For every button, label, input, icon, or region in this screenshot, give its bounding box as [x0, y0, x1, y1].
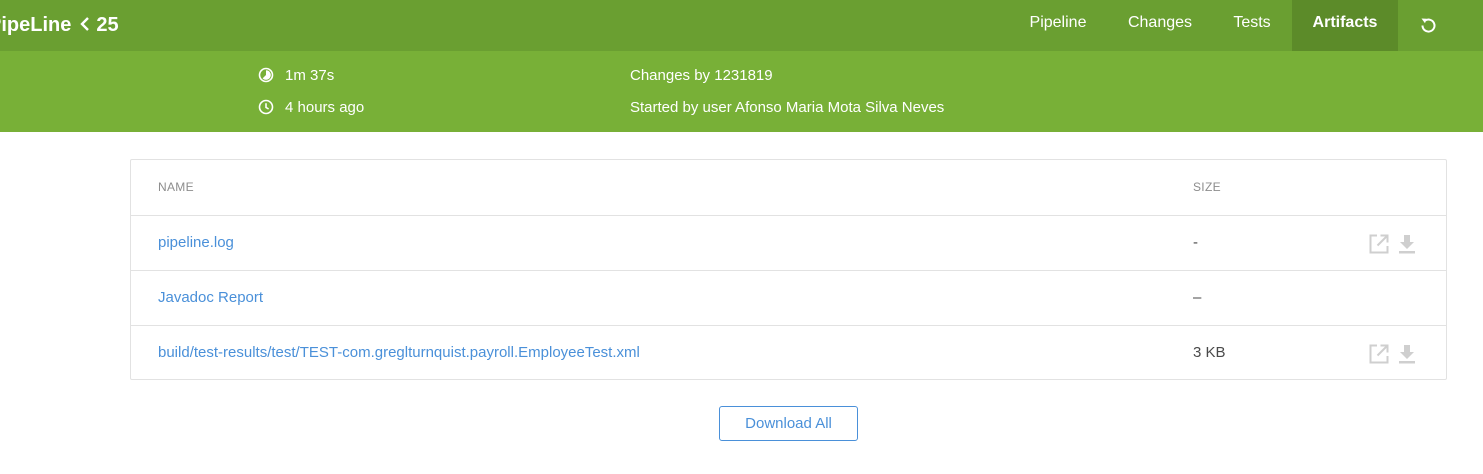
download-all-button[interactable]: Download All — [719, 406, 858, 441]
run-summary-bar: 1m 37s 4 hours ago Changes by 1231819 St… — [0, 51, 1483, 132]
table-row: build/test-results/test/TEST-com.gregltu… — [131, 325, 1446, 380]
external-link-icon — [1369, 344, 1389, 364]
row-actions — [1368, 343, 1418, 365]
start-time: 4 hours ago — [258, 96, 364, 118]
clock-icon — [258, 99, 274, 115]
column-header-name: NAME — [158, 180, 194, 194]
artifact-size: 3 KB — [1193, 344, 1226, 361]
changes-by: Changes by 1231819 — [630, 66, 773, 84]
top-navigation-bar: PipeLine 25 Pipeline Changes Tests Artif… — [0, 0, 1483, 51]
download-icon — [1399, 235, 1415, 254]
pipeline-title: PipeLine 25 — [0, 13, 130, 37]
tab-pipeline[interactable]: Pipeline — [1009, 0, 1107, 51]
tab-artifacts[interactable]: Artifacts — [1292, 0, 1398, 51]
column-header-size: SIZE — [1193, 180, 1221, 194]
duration: 1m 37s — [258, 64, 334, 86]
started-by: Started by user Afonso Maria Mota Silva … — [630, 98, 945, 116]
external-link-icon — [1369, 234, 1389, 254]
artifact-link[interactable]: build/test-results/test/TEST-com.gregltu… — [158, 344, 640, 361]
row-actions — [1368, 233, 1418, 255]
replay-icon — [1421, 18, 1436, 33]
open-external-button[interactable] — [1368, 233, 1390, 255]
duration-value: 1m 37s — [285, 66, 335, 84]
artifact-link[interactable]: Javadoc Report — [158, 289, 263, 306]
table-header: NAME SIZE — [131, 160, 1446, 215]
table-row: Javadoc Report – — [131, 270, 1446, 325]
chevron-left-icon — [80, 13, 90, 37]
download-button[interactable] — [1396, 233, 1418, 255]
run-number: 25 — [96, 14, 119, 36]
stopwatch-icon — [258, 67, 274, 83]
tab-changes[interactable]: Changes — [1111, 0, 1209, 51]
download-icon — [1399, 345, 1415, 364]
artifact-size: – — [1193, 289, 1202, 306]
time-ago-value: 4 hours ago — [285, 98, 365, 116]
pipeline-name[interactable]: PipeLine — [0, 13, 71, 37]
artifact-size: - — [1193, 234, 1198, 251]
artifact-link[interactable]: pipeline.log — [158, 234, 234, 251]
download-button[interactable] — [1396, 343, 1418, 365]
tab-tests[interactable]: Tests — [1212, 0, 1292, 51]
table-row: pipeline.log - — [131, 215, 1446, 270]
open-external-button[interactable] — [1368, 343, 1390, 365]
replay-button[interactable] — [1398, 0, 1458, 51]
artifacts-table: NAME SIZE pipeline.log - Javadoc Report … — [130, 159, 1447, 380]
